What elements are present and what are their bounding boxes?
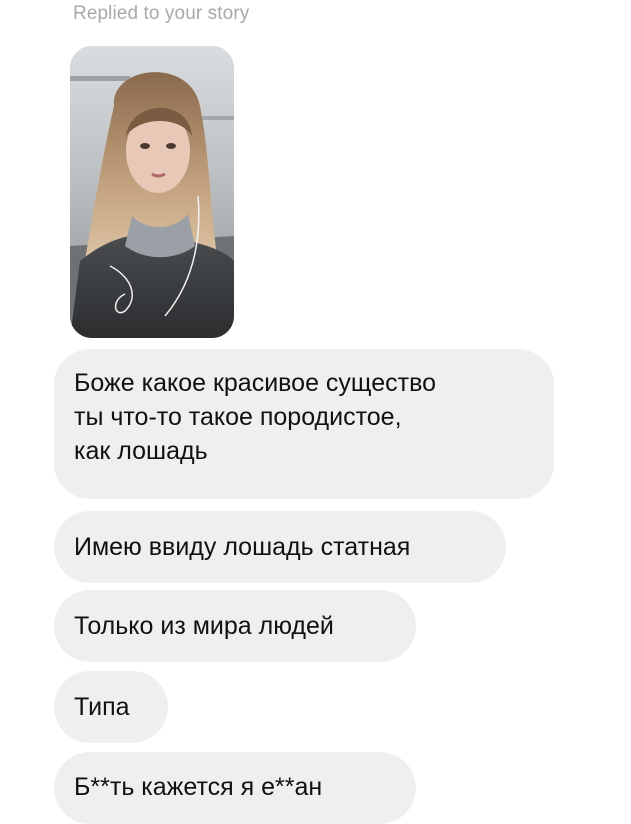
message-bubble[interactable]: Имею ввиду лошадь статная: [54, 511, 506, 583]
message-line: ты что-то такое породистое,: [74, 403, 402, 431]
message-bubble[interactable]: Б**ть кажется я е**ан: [54, 752, 416, 824]
story-photo-illustration: [70, 46, 234, 338]
message-line: Боже какое красивое существо: [74, 369, 436, 397]
message-bubble[interactable]: Типа: [54, 671, 168, 743]
message-line: как лошадь: [74, 437, 208, 465]
message-bubble[interactable]: Боже какое красивое существо ты что-то т…: [54, 349, 554, 499]
story-reply-label: Replied to your story: [73, 3, 250, 24]
story-thumbnail[interactable]: [70, 46, 234, 338]
chat-thread: Replied to your story Боже какое красиво…: [0, 0, 631, 824]
message-bubble[interactable]: Только из мира людей: [54, 590, 416, 662]
